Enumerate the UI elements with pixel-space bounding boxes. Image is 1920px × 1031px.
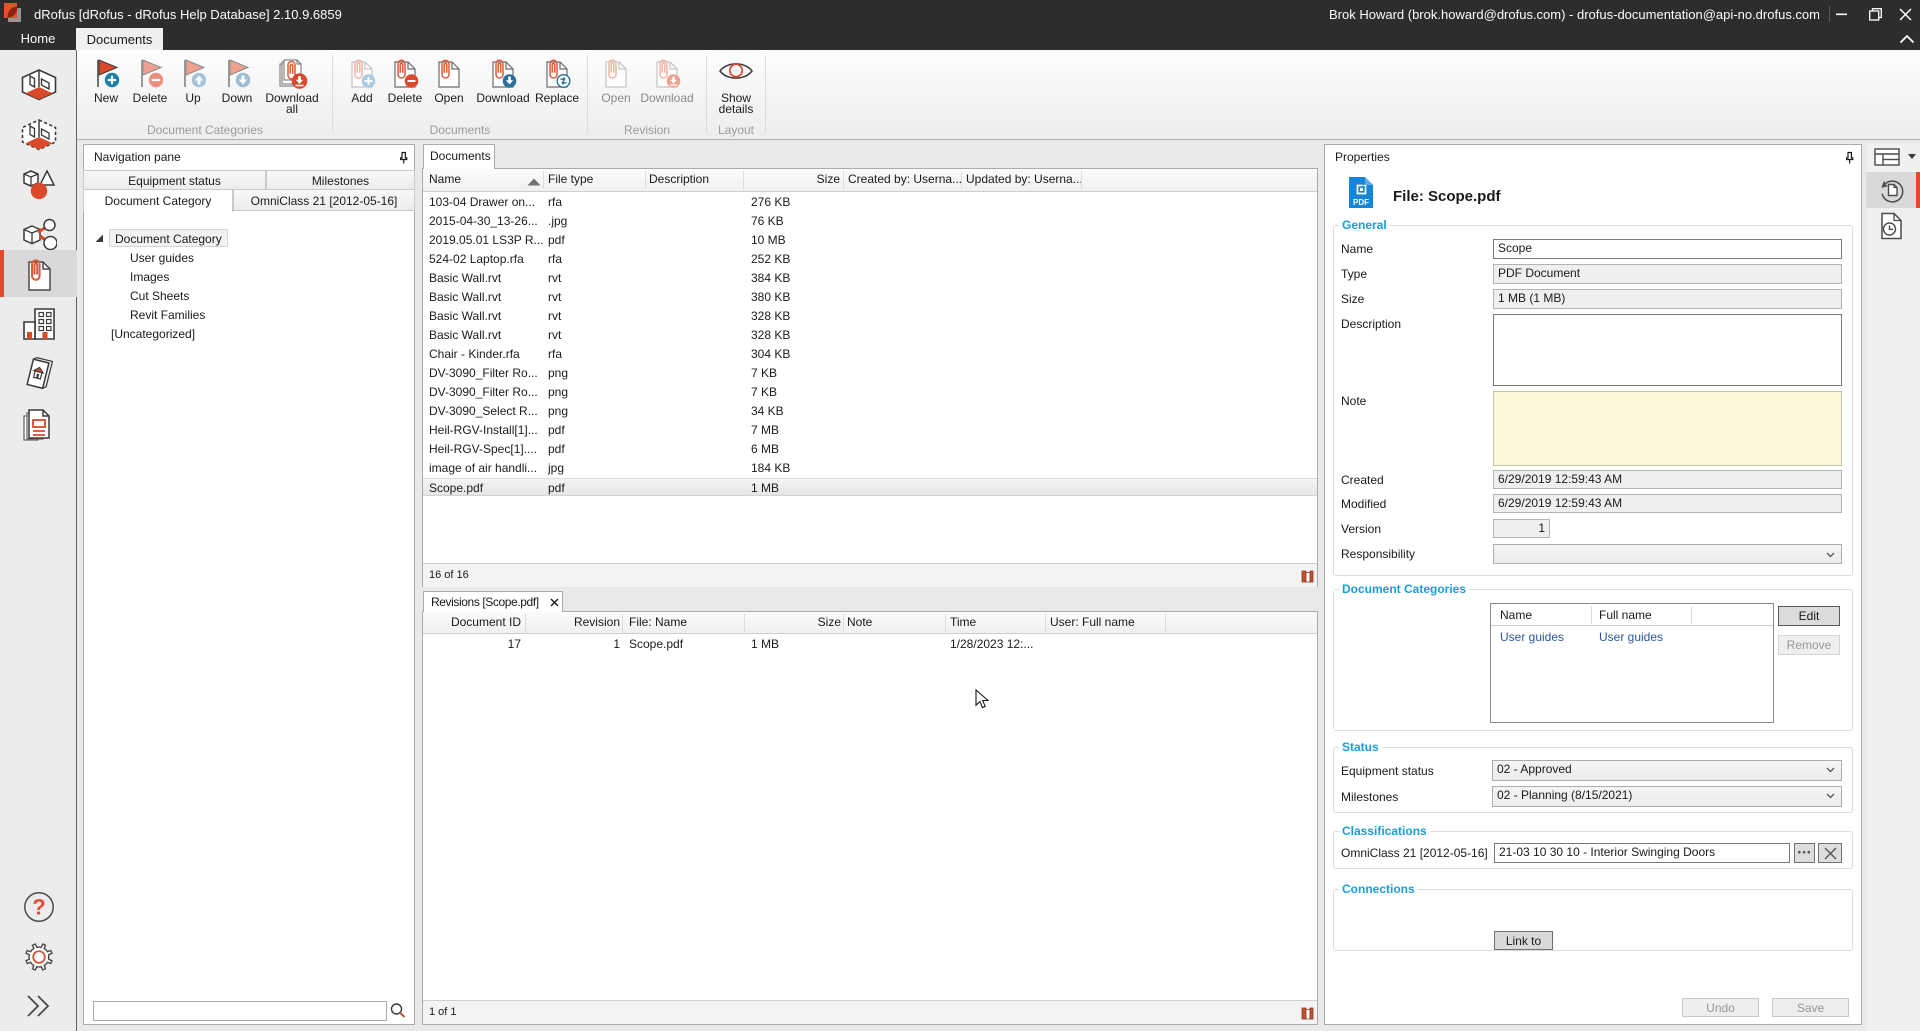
svg-text:?: ?: [32, 895, 45, 920]
svg-text:PDF: PDF: [1353, 198, 1369, 207]
